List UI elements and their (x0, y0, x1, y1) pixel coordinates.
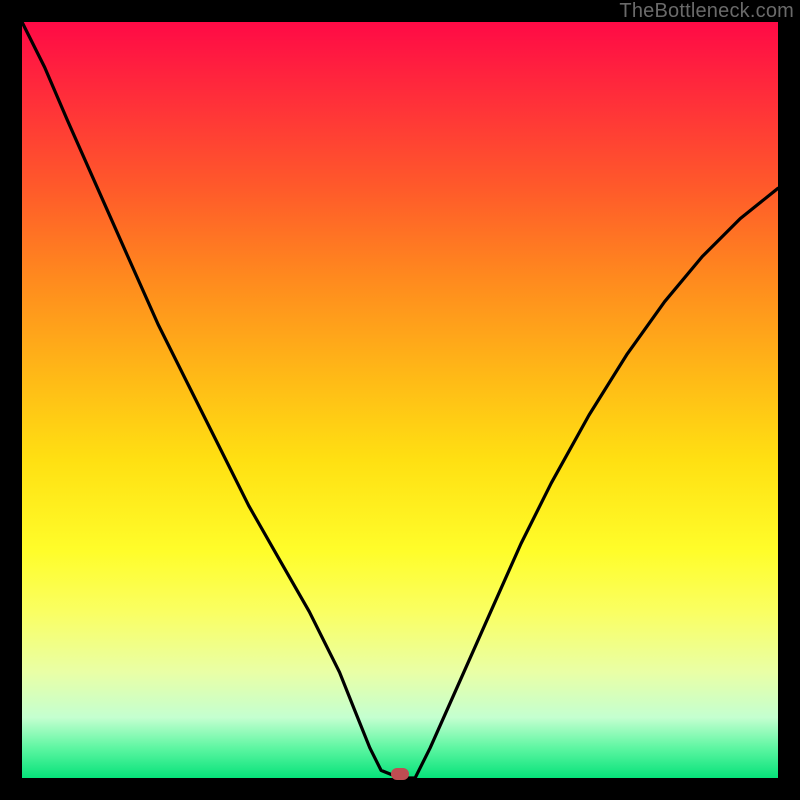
curve-path (22, 22, 778, 778)
chart-frame: TheBottleneck.com (0, 0, 800, 800)
optimal-point-marker (391, 768, 409, 780)
watermark-text: TheBottleneck.com (619, 0, 794, 23)
plot-area (22, 22, 778, 778)
bottleneck-curve (22, 22, 778, 778)
